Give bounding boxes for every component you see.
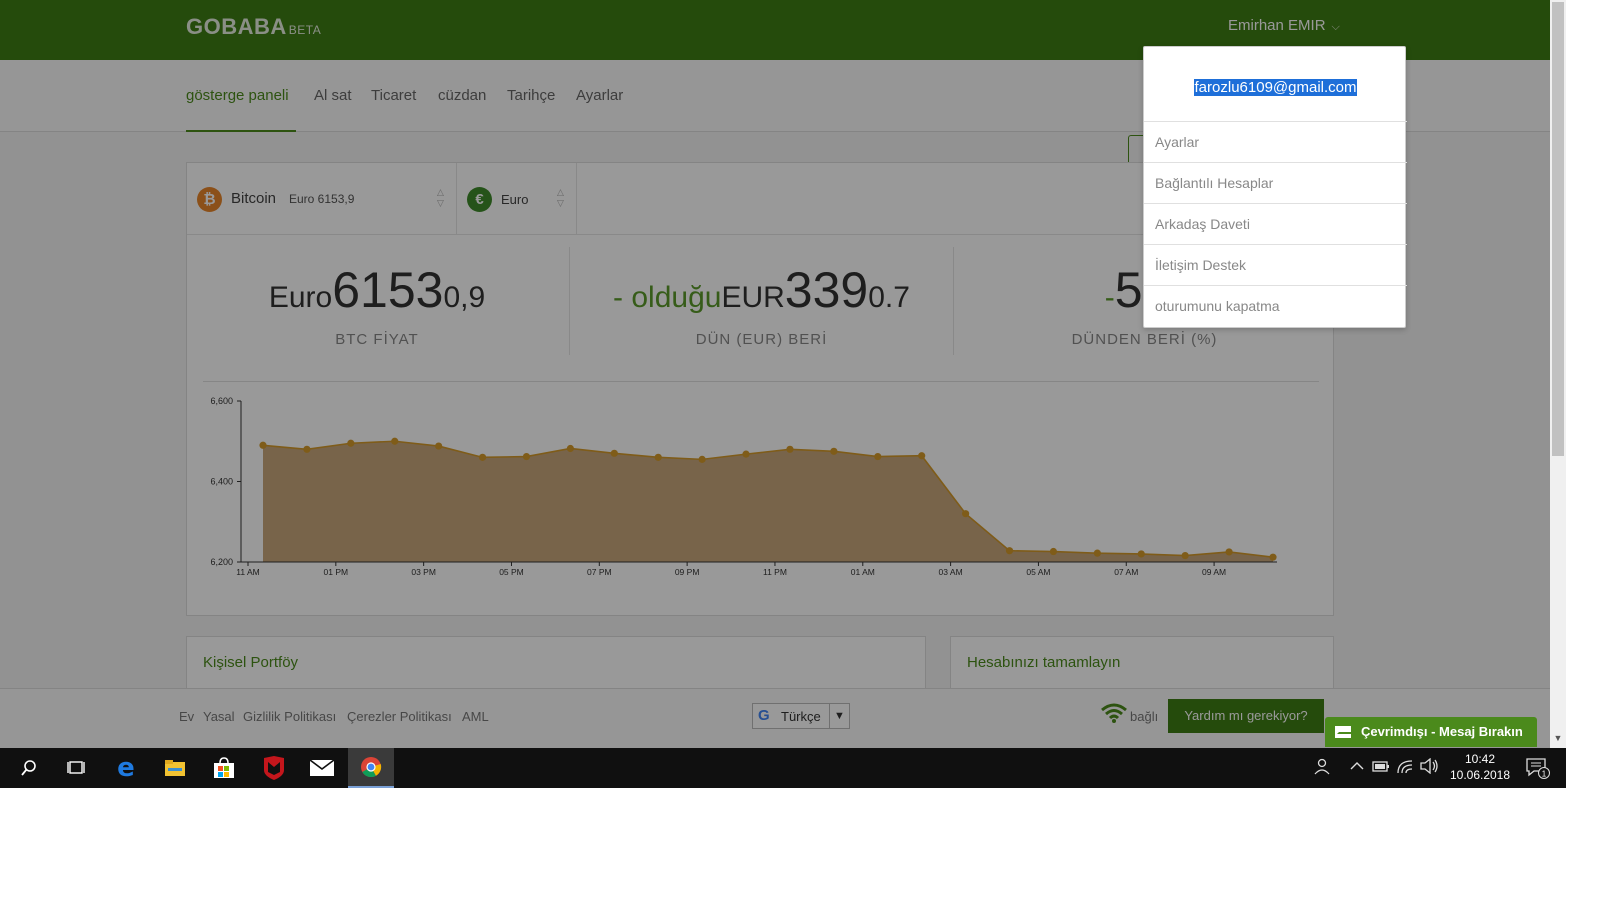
- search-icon[interactable]: [6, 748, 52, 788]
- dropdown-item-invite-friend[interactable]: Arkadaş Daveti: [1144, 204, 1407, 245]
- screen: GOBABA BETA Emirhan EMIR ⌵ gösterge paneli…: [0, 0, 1600, 900]
- user-email[interactable]: farozlu6109@gmail.com: [1193, 79, 1358, 96]
- chat-label: Çevrimdışı - Mesaj Bırakın: [1361, 724, 1523, 739]
- people-icon[interactable]: [1312, 757, 1330, 778]
- notifications-icon[interactable]: 1: [1526, 757, 1550, 782]
- chat-widget[interactable]: Çevrimdışı - Mesaj Bırakın: [1325, 717, 1537, 747]
- clock-date: 10.06.2018: [1449, 768, 1511, 782]
- dropdown-email-row: farozlu6109@gmail.com: [1144, 47, 1407, 122]
- store-icon[interactable]: [201, 748, 247, 788]
- battery-icon[interactable]: [1372, 759, 1390, 776]
- dropdown-item-settings[interactable]: Ayarlar: [1144, 122, 1407, 163]
- edge-icon[interactable]: e: [103, 748, 149, 788]
- volume-icon[interactable]: [1420, 757, 1440, 777]
- browser-viewport: GOBABA BETA Emirhan EMIR ⌵ gösterge paneli…: [0, 0, 1566, 772]
- task-view-icon[interactable]: [53, 748, 99, 788]
- file-explorer-icon[interactable]: [152, 748, 198, 788]
- dropdown-item-logout[interactable]: oturumunu kapatma: [1144, 286, 1407, 327]
- taskbar: e 10:42 10.06.2018 1: [0, 748, 1566, 788]
- network-icon[interactable]: [1396, 758, 1414, 777]
- dropdown-item-contact-support[interactable]: İletişim Destek: [1144, 245, 1407, 286]
- mcafee-icon[interactable]: [251, 748, 297, 788]
- clock-time: 10:42: [1464, 752, 1496, 766]
- notification-count: 1: [1542, 770, 1547, 779]
- mail-icon[interactable]: [299, 748, 345, 788]
- user-dropdown: farozlu6109@gmail.com Ayarlar Bağlantılı…: [1143, 46, 1407, 328]
- chevron-up-icon[interactable]: [1350, 757, 1364, 778]
- scrollbar-thumb[interactable]: [1552, 2, 1564, 456]
- scroll-down-arrow-icon[interactable]: ▼: [1551, 733, 1565, 747]
- chrome-icon[interactable]: [348, 748, 394, 788]
- envelope-icon: [1335, 726, 1353, 738]
- system-clock[interactable]: 10:42 10.06.2018: [1448, 751, 1512, 783]
- dropdown-item-linked-accounts[interactable]: Bağlantılı Hesaplar: [1144, 163, 1407, 204]
